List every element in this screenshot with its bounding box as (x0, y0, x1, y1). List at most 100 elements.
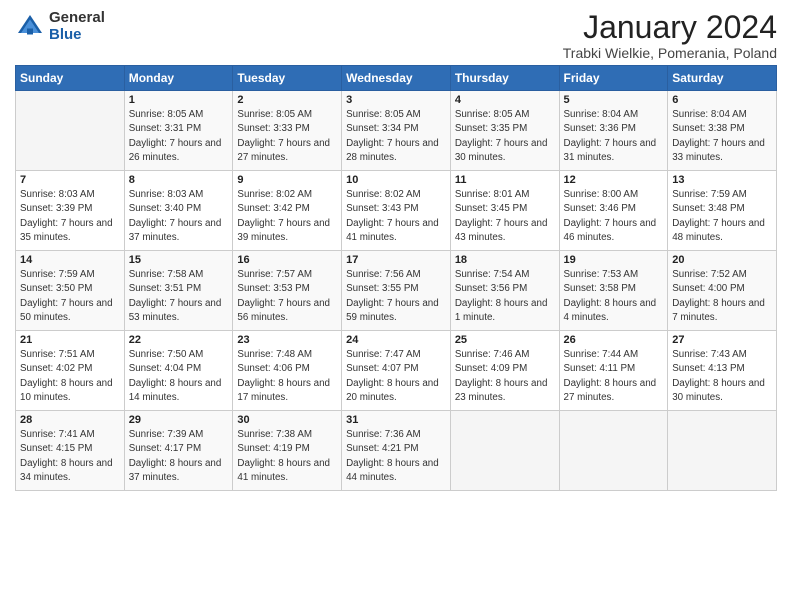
day-number: 1 (129, 94, 229, 106)
title-section: January 2024 Trabki Wielkie, Pomerania, … (563, 10, 777, 61)
calendar-cell (559, 411, 668, 491)
day-detail: Sunrise: 8:00 AMSunset: 3:46 PMDaylight:… (564, 188, 664, 245)
day-number: 31 (346, 414, 446, 426)
day-number: 13 (672, 174, 772, 186)
day-detail: Sunrise: 8:05 AMSunset: 3:31 PMDaylight:… (129, 108, 229, 165)
calendar-cell (668, 411, 777, 491)
day-number: 7 (20, 174, 120, 186)
day-detail: Sunrise: 8:02 AMSunset: 3:43 PMDaylight:… (346, 188, 446, 245)
calendar-cell: 21Sunrise: 7:51 AMSunset: 4:02 PMDayligh… (16, 331, 125, 411)
header: General Blue January 2024 Trabki Wielkie… (15, 10, 777, 61)
day-number: 17 (346, 254, 446, 266)
header-day-thursday: Thursday (450, 66, 559, 91)
day-detail: Sunrise: 7:58 AMSunset: 3:51 PMDaylight:… (129, 268, 229, 325)
day-number: 28 (20, 414, 120, 426)
calendar-cell: 8Sunrise: 8:03 AMSunset: 3:40 PMDaylight… (124, 171, 233, 251)
day-number: 3 (346, 94, 446, 106)
calendar-cell: 27Sunrise: 7:43 AMSunset: 4:13 PMDayligh… (668, 331, 777, 411)
day-number: 30 (237, 414, 337, 426)
calendar-cell: 15 Sunrise: 7:58 AMSunset: 3:51 PMDayligh… (124, 251, 233, 331)
day-detail: Sunrise: 7:50 AMSunset: 4:04 PMDaylight:… (129, 348, 229, 405)
calendar-header: SundayMondayTuesdayWednesdayThursdayFrid… (16, 66, 777, 91)
day-number: 10 (346, 174, 446, 186)
week-row-3: 21Sunrise: 7:51 AMSunset: 4:02 PMDayligh… (16, 331, 777, 411)
calendar-cell: 20Sunrise: 7:52 AMSunset: 4:00 PMDayligh… (668, 251, 777, 331)
day-number: 26 (564, 334, 664, 346)
logo-general-text: General (49, 10, 105, 27)
day-number: 6 (672, 94, 772, 106)
day-number: 29 (129, 414, 229, 426)
week-row-0: 1 Sunrise: 8:05 AMSunset: 3:31 PMDaylight… (16, 91, 777, 171)
day-detail: Sunrise: 7:57 AMSunset: 3:53 PMDaylight:… (237, 268, 337, 325)
day-number: 19 (564, 254, 664, 266)
day-detail: Sunrise: 8:01 AMSunset: 3:45 PMDaylight:… (455, 188, 555, 245)
day-detail: Sunrise: 8:05 AMSunset: 3:35 PMDaylight:… (455, 108, 555, 165)
calendar-cell: 28 Sunrise: 7:41 AMSunset: 4:15 PMDayligh… (16, 411, 125, 491)
day-detail: Sunrise: 8:04 AMSunset: 3:36 PMDaylight:… (564, 108, 664, 165)
calendar-cell: 6Sunrise: 8:04 AMSunset: 3:38 PMDaylight… (668, 91, 777, 171)
header-day-sunday: Sunday (16, 66, 125, 91)
header-day-monday: Monday (124, 66, 233, 91)
day-detail: Sunrise: 7:48 AMSunset: 4:06 PMDaylight:… (237, 348, 337, 405)
day-detail: Sunrise: 7:53 AMSunset: 3:58 PMDaylight:… (564, 268, 664, 325)
day-number: 4 (455, 94, 555, 106)
day-number: 16 (237, 254, 337, 266)
header-day-saturday: Saturday (668, 66, 777, 91)
day-number: 15 (129, 254, 229, 266)
calendar-cell: 13Sunrise: 7:59 AMSunset: 3:48 PMDayligh… (668, 171, 777, 251)
page: General Blue January 2024 Trabki Wielkie… (0, 0, 792, 501)
header-day-tuesday: Tuesday (233, 66, 342, 91)
day-detail: Sunrise: 7:41 AMSunset: 4:15 PMDaylight:… (20, 428, 120, 485)
logo-icon (15, 12, 45, 42)
day-number: 14 (20, 254, 120, 266)
day-number: 22 (129, 334, 229, 346)
day-number: 9 (237, 174, 337, 186)
day-detail: Sunrise: 8:02 AMSunset: 3:42 PMDaylight:… (237, 188, 337, 245)
calendar-cell: 3Sunrise: 8:05 AMSunset: 3:34 PMDaylight… (342, 91, 451, 171)
calendar-table: SundayMondayTuesdayWednesdayThursdayFrid… (15, 65, 777, 491)
day-detail: Sunrise: 8:03 AMSunset: 3:39 PMDaylight:… (20, 188, 120, 245)
day-number: 18 (455, 254, 555, 266)
day-number: 12 (564, 174, 664, 186)
day-number: 21 (20, 334, 120, 346)
calendar-cell: 24Sunrise: 7:47 AMSunset: 4:07 PMDayligh… (342, 331, 451, 411)
calendar-cell: 25 Sunrise: 7:46 AMSunset: 4:09 PMDayligh… (450, 331, 559, 411)
calendar-cell: 23 Sunrise: 7:48 AMSunset: 4:06 PMDayligh… (233, 331, 342, 411)
day-detail: Sunrise: 7:46 AMSunset: 4:09 PMDaylight:… (455, 348, 555, 405)
calendar-cell: 9 Sunrise: 8:02 AMSunset: 3:42 PMDaylight… (233, 171, 342, 251)
calendar-cell: 22 Sunrise: 7:50 AMSunset: 4:04 PMDayligh… (124, 331, 233, 411)
header-day-friday: Friday (559, 66, 668, 91)
header-day-wednesday: Wednesday (342, 66, 451, 91)
day-number: 11 (455, 174, 555, 186)
day-detail: Sunrise: 7:36 AMSunset: 4:21 PMDaylight:… (346, 428, 446, 485)
logo: General Blue (15, 10, 105, 43)
week-row-2: 14 Sunrise: 7:59 AMSunset: 3:50 PMDayligh… (16, 251, 777, 331)
day-detail: Sunrise: 7:59 AMSunset: 3:50 PMDaylight:… (20, 268, 120, 325)
calendar-cell: 1 Sunrise: 8:05 AMSunset: 3:31 PMDaylight… (124, 91, 233, 171)
day-detail: Sunrise: 8:05 AMSunset: 3:33 PMDaylight:… (237, 108, 337, 165)
day-detail: Sunrise: 7:44 AMSunset: 4:11 PMDaylight:… (564, 348, 664, 405)
month-title: January 2024 (563, 10, 777, 45)
calendar-cell: 4 Sunrise: 8:05 AMSunset: 3:35 PMDaylight… (450, 91, 559, 171)
calendar-cell: 7 Sunrise: 8:03 AMSunset: 3:39 PMDaylight… (16, 171, 125, 251)
calendar-cell: 16 Sunrise: 7:57 AMSunset: 3:53 PMDayligh… (233, 251, 342, 331)
calendar-cell (16, 91, 125, 171)
week-row-4: 28 Sunrise: 7:41 AMSunset: 4:15 PMDayligh… (16, 411, 777, 491)
day-detail: Sunrise: 7:56 AMSunset: 3:55 PMDaylight:… (346, 268, 446, 325)
calendar-cell: 14 Sunrise: 7:59 AMSunset: 3:50 PMDayligh… (16, 251, 125, 331)
calendar-cell: 12 Sunrise: 8:00 AMSunset: 3:46 PMDayligh… (559, 171, 668, 251)
calendar-cell: 19 Sunrise: 7:53 AMSunset: 3:58 PMDayligh… (559, 251, 668, 331)
calendar-cell: 11 Sunrise: 8:01 AMSunset: 3:45 PMDayligh… (450, 171, 559, 251)
day-number: 20 (672, 254, 772, 266)
location: Trabki Wielkie, Pomerania, Poland (563, 45, 777, 61)
calendar-cell: 26 Sunrise: 7:44 AMSunset: 4:11 PMDayligh… (559, 331, 668, 411)
day-number: 25 (455, 334, 555, 346)
calendar-cell (450, 411, 559, 491)
day-detail: Sunrise: 8:03 AMSunset: 3:40 PMDaylight:… (129, 188, 229, 245)
day-detail: Sunrise: 7:54 AMSunset: 3:56 PMDaylight:… (455, 268, 555, 325)
calendar-body: 1 Sunrise: 8:05 AMSunset: 3:31 PMDaylight… (16, 91, 777, 491)
day-number: 23 (237, 334, 337, 346)
logo-text: General Blue (49, 10, 105, 43)
calendar-cell: 10 Sunrise: 8:02 AMSunset: 3:43 PMDayligh… (342, 171, 451, 251)
day-number: 5 (564, 94, 664, 106)
